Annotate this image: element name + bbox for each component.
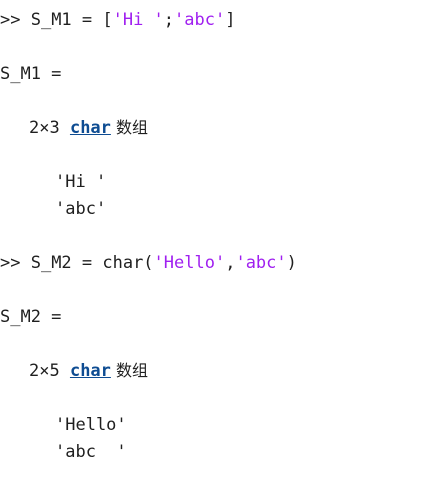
array-label: 数组 xyxy=(110,361,148,380)
string-literal: 'abc' xyxy=(174,10,226,30)
prompt: >> xyxy=(0,10,31,30)
prompt: >> xyxy=(0,253,31,273)
output-size-line: 2×5 char 数组 xyxy=(29,360,148,382)
output-size-line: 2×3 char 数组 xyxy=(29,117,148,139)
output-variable-name: S_M2 = xyxy=(0,307,62,327)
output-variable-name: S_M1 = xyxy=(0,64,62,84)
command-line-2[interactable]: >> S_M2 = char('Hello','abc') xyxy=(0,252,297,274)
output-row: 'abc ' xyxy=(55,442,127,462)
output-row: 'abc' xyxy=(55,199,107,219)
array-size: 2×5 xyxy=(29,361,70,381)
separator: , xyxy=(225,253,236,273)
bracket: ] xyxy=(225,10,236,30)
string-literal: 'abc' xyxy=(235,253,287,273)
output-row: 'Hi ' xyxy=(55,172,107,192)
command-text: S_M2 = char( xyxy=(30,253,154,273)
class-link[interactable]: char xyxy=(70,361,111,381)
string-literal: 'Hi ' xyxy=(112,10,164,30)
output-row: 'Hello' xyxy=(55,415,127,435)
paren: ) xyxy=(286,253,297,273)
array-label: 数组 xyxy=(110,118,148,137)
separator: ; xyxy=(163,10,175,30)
command-text: S_M1 = [ xyxy=(30,10,113,30)
array-size: 2×3 xyxy=(29,118,70,138)
command-line-1[interactable]: >> S_M1 = ['Hi ';'abc'] xyxy=(0,9,235,31)
string-literal: 'Hello' xyxy=(153,253,226,273)
class-link[interactable]: char xyxy=(70,118,111,138)
